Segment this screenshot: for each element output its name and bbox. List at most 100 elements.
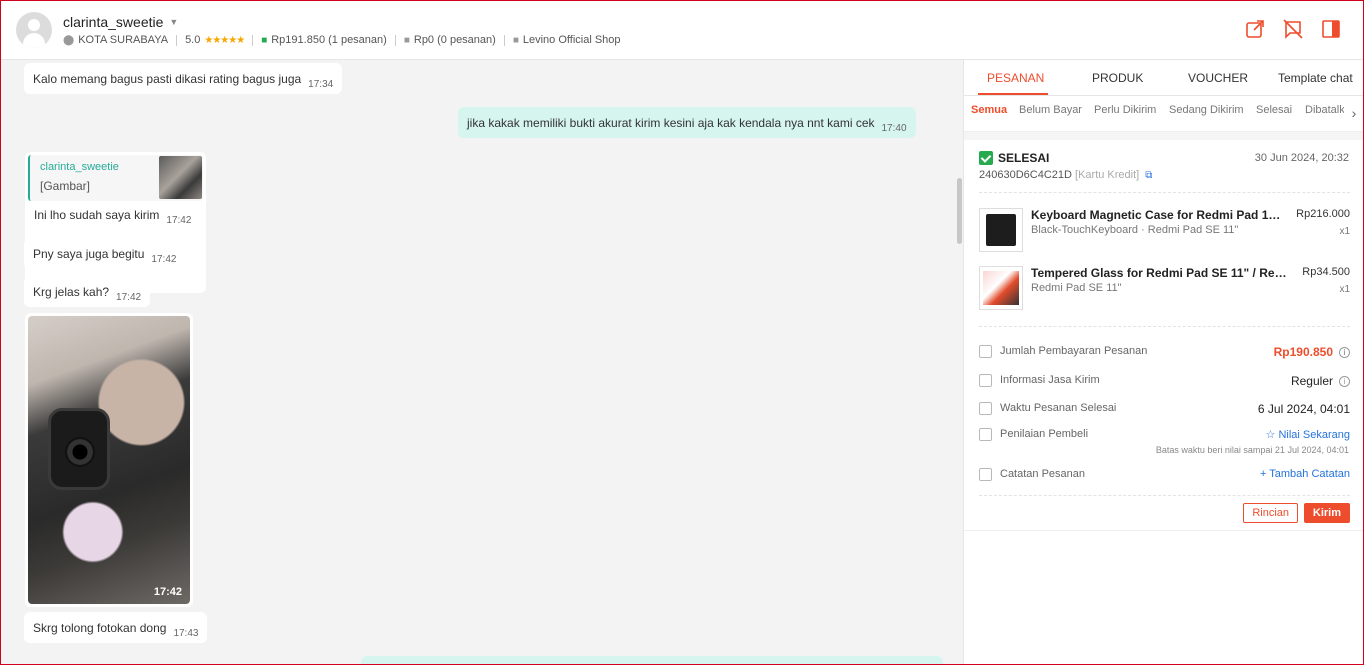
chat-header: clarinta_sweetie ▼ ⬤ KOTA SURABAYA 5.0 ★★… (0, 0, 1364, 60)
filter-perlu-dikirim[interactable]: Perlu Dikirim (1094, 104, 1156, 116)
tab-voucher[interactable]: VOUCHER (1188, 71, 1248, 85)
chat-image-message[interactable]: 17:42 (25, 313, 193, 607)
tab-template-chat[interactable]: Template chat (1278, 71, 1353, 85)
product-thumbnail[interactable] (979, 208, 1023, 252)
chat-area[interactable]: Kalo memang bagus pasti dikasi rating ba… (1, 60, 963, 664)
divider (979, 326, 1350, 327)
order-product[interactable]: Tempered Glass for Redmi Pad SE 11" / Re… (979, 266, 1350, 314)
tab-pesanan[interactable]: PESANAN (987, 71, 1044, 85)
payment-amount-label: Jumlah Pembayaran Pesanan (1000, 345, 1148, 357)
quoted-text: [Gambar] (40, 179, 91, 193)
payment-amount-text: Rp190.850 (1273, 345, 1333, 359)
open-link-icon[interactable]: ⧉ (1145, 170, 1152, 181)
product-qty: x1 (1339, 284, 1350, 295)
avatar[interactable] (16, 12, 52, 48)
pending-order-icon: ■ (403, 34, 410, 46)
chevron-right-icon[interactable]: › (1344, 96, 1364, 130)
wallet-icon (979, 345, 992, 358)
quoted-image-thumbnail[interactable] (159, 156, 202, 199)
rate-now-link[interactable]: ☆ Nilai Sekarang (1266, 428, 1350, 441)
payment-method: [Kartu Kredit] (1075, 169, 1140, 181)
chat-photo[interactable]: 17:42 (28, 316, 190, 604)
filter-belum-bayar[interactable]: Belum Bayar (1019, 104, 1082, 116)
share-icon[interactable] (1244, 18, 1266, 40)
add-note-link[interactable]: + Tambah Catatan (1260, 468, 1350, 480)
detail-button[interactable]: Rincian (1243, 503, 1298, 523)
check-icon (979, 151, 993, 165)
note-icon (979, 468, 992, 481)
divider (964, 530, 1364, 531)
shipping-row: Informasi Jasa Kirim Reguler i (979, 374, 1350, 392)
chevron-down-icon[interactable]: ▼ (169, 17, 178, 27)
add-note-text: Tambah Catatan (1269, 468, 1350, 480)
buyer-review-row: Penilaian Pembeli ☆ Nilai Sekarang (979, 428, 1350, 446)
collapse-panel-icon[interactable] (1320, 18, 1342, 40)
divider (176, 34, 178, 46)
product-thumbnail[interactable] (979, 266, 1023, 310)
payment-amount-row: Jumlah Pembayaran Pesanan Rp190.850 i (979, 345, 1350, 363)
message-text: jika kakak memiliki bukti akurat kirim k… (467, 116, 875, 130)
phone-camera-shape (48, 408, 110, 490)
image-time: 17:42 (153, 586, 182, 598)
tab-produk[interactable]: PRODUK (1092, 71, 1143, 85)
chat-scrollbar[interactable] (957, 178, 962, 244)
filter-semua[interactable]: Semua (971, 104, 1007, 116)
product-qty: x1 (1339, 226, 1350, 237)
product-price: Rp216.000 (1296, 208, 1350, 220)
rating-value: 5.0 (185, 34, 201, 46)
payment-amount-value: Rp190.850 i (1274, 345, 1350, 359)
plus-icon: + (1260, 468, 1270, 480)
send-order-button[interactable]: Kirim (1303, 503, 1350, 523)
chat-message-out[interactable]: jika kakak memiliki bukti akurat kirim k… (458, 107, 916, 138)
order-product[interactable]: Keyboard Magnetic Case for Redmi Pad 10.… (979, 208, 1350, 256)
chat-message-in[interactable]: Skrg tolong fotokan dong 17:43 (24, 612, 208, 643)
divider (394, 34, 396, 46)
info-icon[interactable]: i (1339, 347, 1350, 358)
message-text: Skrg tolong fotokan dong (33, 621, 167, 635)
order-note-label: Catatan Pesanan (1000, 468, 1086, 480)
order-number-line: 240630D6C4C21D [Kartu Kredit] ⧉ (979, 169, 1152, 181)
username[interactable]: clarinta_sweetie ▼ (63, 14, 178, 30)
message-time: 17:42 (166, 215, 192, 226)
completion-time-label: Waktu Pesanan Selesai (1000, 402, 1117, 414)
message-text: Ini lho sudah saya kirim (34, 208, 160, 222)
product-name: Tempered Glass for Redmi Pad SE 11" / Re… (1031, 266, 1287, 280)
status-label: SELESAI (998, 151, 1050, 165)
mute-icon[interactable] (1282, 18, 1304, 40)
location-pin-icon: ⬤ (63, 34, 75, 46)
order-number[interactable]: 240630D6C4C21D (979, 169, 1072, 181)
info-icon[interactable]: i (1339, 376, 1350, 387)
calendar-check-icon (979, 402, 992, 415)
product-variant: Redmi Pad SE 11" (1031, 282, 1122, 294)
message-time: 17:34 (308, 79, 334, 90)
chat-message-in[interactable]: Pny saya juga begitu 17:42 (24, 238, 186, 269)
star-rating-icon: ★★★★★ (204, 34, 245, 46)
order-status: SELESAI (979, 151, 1049, 165)
tempered-glass-shape (983, 271, 1019, 305)
active-tab-indicator (978, 93, 1048, 95)
message-time: 17:42 (116, 292, 142, 303)
order-check-icon: ■ (261, 34, 268, 46)
message-time: 17:40 (881, 123, 907, 134)
product-variant: Black-TouchKeyboard · Redmi Pad SE 11" (1031, 224, 1239, 236)
location: KOTA SURABAYA (78, 34, 169, 46)
quoted-message[interactable]: clarinta_sweetie [Gambar] (28, 155, 203, 201)
divider (503, 34, 505, 46)
order-total: Rp191.850 (1 pesanan) (271, 34, 387, 46)
buyer-meta: ⬤ KOTA SURABAYA 5.0 ★★★★★ ■ Rp191.850 (1… (63, 34, 621, 46)
chat-message-reply[interactable]: clarinta_sweetie [Gambar] Ini lho sudah … (25, 152, 206, 293)
pending-total: Rp0 (0 pesanan) (413, 34, 496, 46)
filter-sedang-dikirim[interactable]: Sedang Dikirim (1169, 104, 1244, 116)
keyboard-case-shape (986, 214, 1016, 246)
message-time: 17:43 (173, 628, 199, 639)
section-gap (964, 132, 1364, 140)
product-price: Rp34.500 (1302, 266, 1350, 278)
chat-message-in[interactable]: Kalo memang bagus pasti dikasi rating ba… (24, 63, 343, 94)
message-text: Kalo memang bagus pasti dikasi rating ba… (33, 72, 302, 86)
quoted-username: clarinta_sweetie (40, 161, 119, 173)
chat-message-in[interactable]: Krg jelas kah? 17:42 (24, 276, 151, 307)
order-panel: PESANAN PRODUK VOUCHER Template chat Sem… (963, 60, 1364, 664)
camera-lens-shape (65, 437, 95, 467)
chat-message-out-partial[interactable] (361, 656, 943, 664)
filter-selesai[interactable]: Selesai (1256, 104, 1292, 116)
